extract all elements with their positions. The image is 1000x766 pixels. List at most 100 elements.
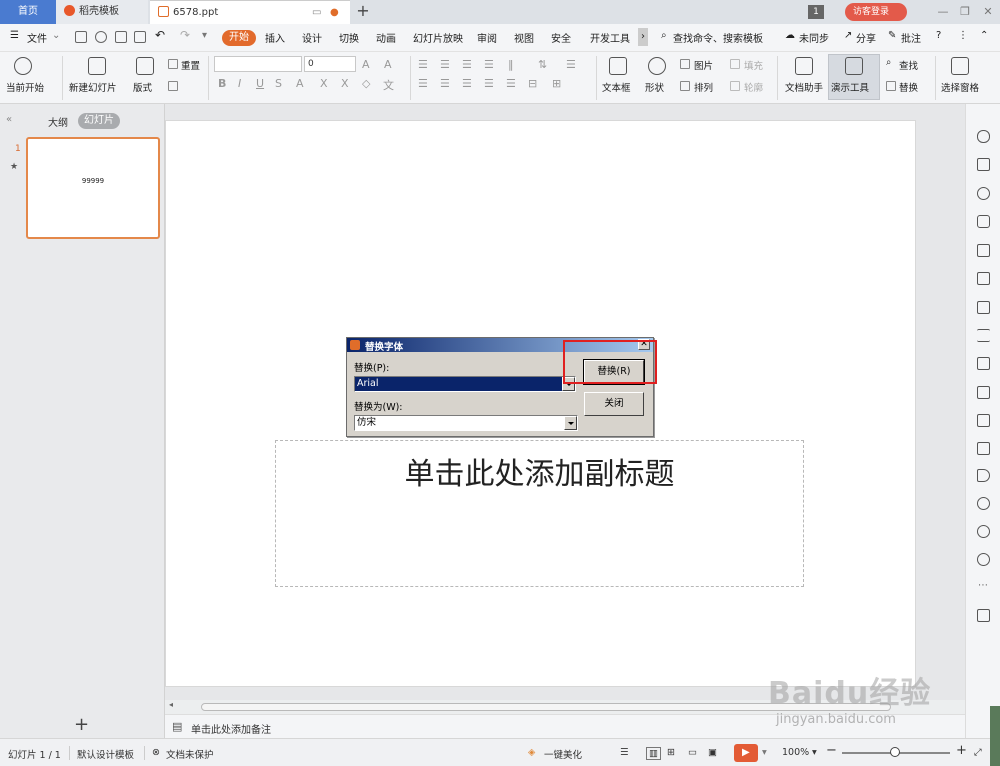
horizontal-scrollbar[interactable]: ◂ — [165, 700, 965, 714]
chevron-down-icon[interactable]: ⌄ — [52, 30, 60, 41]
increase-font-icon[interactable]: A — [362, 58, 370, 71]
zoom-out-icon[interactable]: − — [826, 743, 837, 758]
image-adjust-icon[interactable] — [977, 357, 990, 370]
presenter-view-icon[interactable]: ▣ — [708, 747, 717, 758]
select-pane-button[interactable]: 选择窗格 — [941, 80, 979, 94]
italic-icon[interactable]: I — [238, 77, 241, 90]
tab-file[interactable]: 6578.ppt ▭ ● — [150, 0, 350, 24]
menu-security[interactable]: 安全 — [551, 30, 571, 45]
clear-format-icon[interactable]: ◇ — [362, 77, 370, 90]
indent-icon[interactable]: ☰ — [462, 58, 472, 71]
beautify-button[interactable]: 一键美化 — [544, 747, 582, 761]
doc-helper-button[interactable]: 文档助手 — [785, 80, 823, 94]
audio-icon[interactable] — [977, 469, 990, 482]
numbering-icon[interactable]: ☰ — [440, 58, 450, 71]
tab-home[interactable]: 首页 — [0, 0, 56, 24]
help-icon[interactable] — [977, 553, 990, 566]
shape-button[interactable]: 形状 — [645, 80, 664, 94]
grid-icon[interactable] — [977, 272, 990, 285]
close-window-icon[interactable]: ✕ — [978, 3, 998, 21]
minimize-icon[interactable]: — — [933, 3, 953, 21]
layout-button[interactable]: 版式 — [133, 80, 152, 94]
notes-toggle-icon[interactable]: ☰ — [620, 747, 629, 758]
play-from-current-icon[interactable] — [14, 57, 32, 75]
preview-icon[interactable] — [134, 31, 146, 43]
align-text-icon[interactable]: ⊟ — [528, 77, 537, 90]
zoom-in-icon[interactable]: + — [956, 743, 967, 758]
arrange-button[interactable]: 排列 — [694, 80, 713, 94]
archive-icon[interactable] — [977, 414, 990, 427]
search-icon[interactable]: ⌕ — [661, 30, 667, 41]
shield-icon[interactable] — [977, 497, 990, 510]
tab-template[interactable]: 稻壳模板 — [56, 0, 148, 24]
sync-status[interactable]: 未同步 — [799, 30, 829, 45]
chart-icon[interactable] — [977, 301, 990, 314]
find-button[interactable]: 查找 — [899, 58, 918, 72]
find-icon[interactable]: ⌕ — [886, 57, 891, 68]
strikethrough-icon[interactable]: S — [275, 77, 282, 90]
decrease-font-icon[interactable]: A — [384, 58, 392, 71]
layout-icon[interactable] — [136, 57, 154, 75]
star-icon[interactable] — [977, 130, 990, 143]
protect-status[interactable]: 文档未保护 — [166, 747, 214, 761]
menu-more-icon[interactable]: › — [638, 28, 648, 46]
menu-animation[interactable]: 动画 — [376, 30, 396, 45]
align-center-icon[interactable]: ☰ — [440, 77, 450, 90]
font-color-icon[interactable]: A — [296, 77, 304, 90]
fit-window-icon[interactable]: ⤢ — [974, 747, 982, 758]
outline-icon[interactable] — [730, 81, 740, 91]
more-options-icon[interactable]: ⋮ — [958, 30, 968, 41]
cube-icon[interactable] — [977, 609, 990, 622]
menu-file[interactable]: 文件 — [27, 30, 47, 45]
redo-icon[interactable]: ↷ — [180, 28, 190, 42]
zoom-dropdown-icon[interactable]: ▾ — [812, 747, 817, 758]
play-slideshow-button[interactable]: ▶ — [734, 744, 758, 762]
justify-icon[interactable]: ☰ — [484, 77, 494, 90]
replace-with-dropdown-icon[interactable] — [564, 416, 577, 430]
close-dialog-button[interactable]: 关闭 — [584, 392, 644, 416]
align-right-icon[interactable]: ☰ — [462, 77, 472, 90]
new-slide-button[interactable]: 新建幻灯片 — [69, 80, 117, 94]
replace-button[interactable]: 替换 — [899, 80, 918, 94]
share-icon[interactable]: ↗ — [844, 30, 852, 41]
fill-button[interactable]: 填充 — [744, 58, 763, 72]
location-icon[interactable] — [977, 187, 990, 200]
sorter-view-icon[interactable]: ⊞ — [667, 747, 675, 758]
save-icon[interactable] — [75, 31, 87, 43]
replace-icon[interactable] — [886, 81, 896, 91]
copy-icon[interactable] — [977, 158, 990, 171]
normal-view-icon[interactable]: ▥ — [646, 747, 661, 760]
new-slide-icon[interactable] — [88, 57, 106, 75]
collapse-panel-icon[interactable]: « — [6, 114, 12, 125]
reset-button[interactable]: 重置 — [181, 58, 200, 72]
line-spacing-icon[interactable]: ‖ — [508, 58, 514, 71]
menu-slideshow[interactable]: 幻灯片放映 — [413, 30, 463, 45]
reset-icon[interactable] — [168, 59, 178, 69]
settings-sliders-icon[interactable] — [977, 329, 990, 342]
replace-with-select[interactable]: 仿宋 — [354, 415, 578, 431]
textbox-button[interactable]: 文本框 — [602, 80, 631, 94]
login-button[interactable]: 访客登录 — [845, 3, 907, 21]
collapse-ribbon-icon[interactable]: ⌃ — [980, 30, 988, 41]
scroll-thumb[interactable] — [201, 703, 891, 711]
command-search[interactable]: 查找命令、搜索模板 — [673, 30, 763, 45]
bullets-icon[interactable]: ☰ — [418, 58, 428, 71]
play-dropdown-icon[interactable]: ▾ — [762, 747, 767, 758]
help-icon[interactable]: ? — [936, 30, 941, 41]
comment-icon[interactable]: ✎ — [888, 30, 896, 41]
slide-thumbnail[interactable]: 99999 — [26, 137, 160, 239]
zoom-level[interactable]: 100% — [782, 747, 809, 758]
share-button[interactable]: 分享 — [856, 30, 876, 45]
export-icon[interactable] — [95, 31, 107, 43]
text-direction-icon[interactable]: ⇅ — [538, 58, 547, 71]
picture-icon[interactable] — [977, 442, 990, 455]
menu-developer[interactable]: 开发工具 — [590, 30, 630, 45]
from-current-button[interactable]: 当前开始 — [6, 80, 44, 94]
print-icon[interactable] — [115, 31, 127, 43]
menu-review[interactable]: 审阅 — [477, 30, 497, 45]
select-pane-icon[interactable] — [951, 57, 969, 75]
monitor-icon[interactable]: ▭ — [312, 1, 321, 25]
shape-icon[interactable] — [648, 57, 666, 75]
textbox-icon[interactable] — [609, 57, 627, 75]
notes-pane[interactable]: ▤ 单击此处添加备注 — [165, 714, 965, 738]
